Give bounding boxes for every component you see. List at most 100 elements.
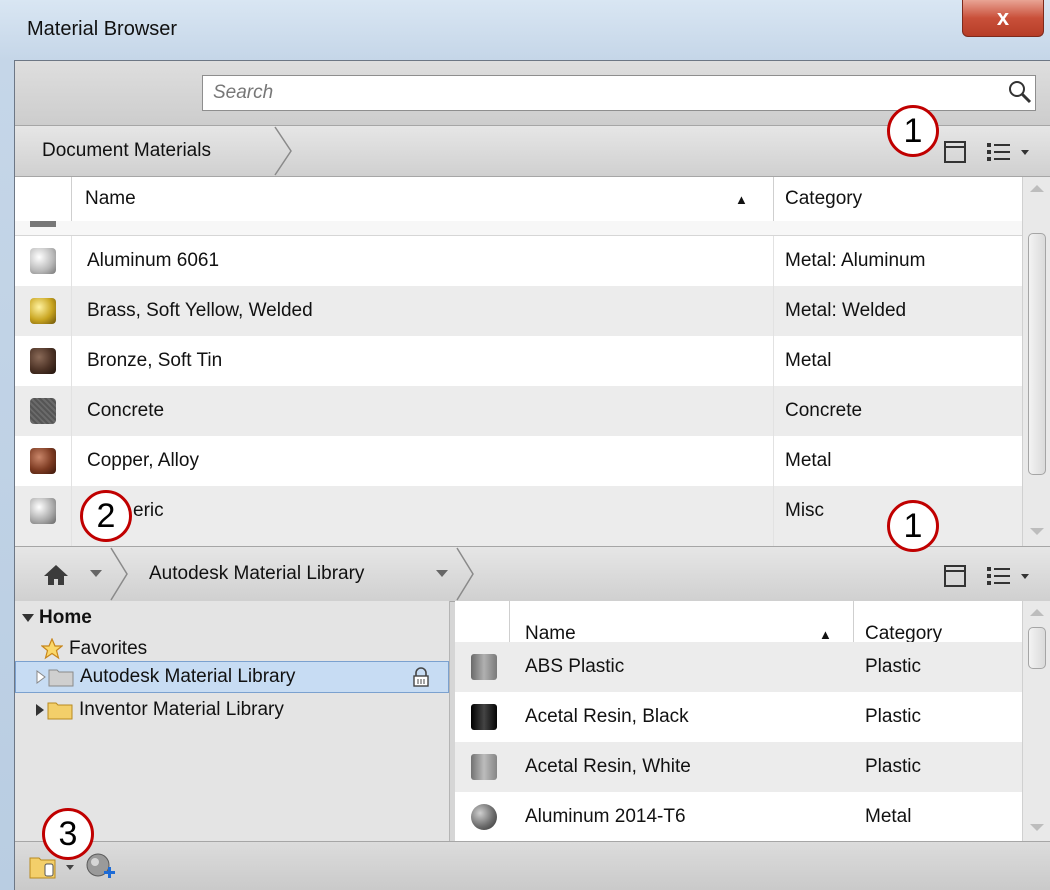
- material-swatch: [30, 498, 56, 524]
- tree-item-home[interactable]: Home: [21, 605, 92, 631]
- scroll-thumb[interactable]: [1028, 627, 1046, 669]
- callout-one-top: 1: [887, 105, 939, 157]
- tree-item-inventor-library[interactable]: Inventor Material Library: [35, 697, 284, 723]
- column-separator: [773, 486, 774, 546]
- material-name: Acetal Resin, White: [525, 756, 691, 777]
- collapsed-triangle-icon[interactable]: [35, 703, 45, 717]
- library-menu-icon[interactable]: [29, 854, 61, 880]
- column-separator: [773, 436, 774, 486]
- breadcrumb-document-materials[interactable]: Document Materials: [42, 126, 211, 176]
- material-swatch: [471, 654, 497, 680]
- table-row[interactable]: Copper, Alloy Metal: [15, 436, 1022, 486]
- tree-item-favorites[interactable]: Favorites: [41, 636, 147, 662]
- material-name: eric: [133, 500, 164, 521]
- callout-one-mid: 1: [887, 500, 939, 552]
- material-name: Concrete: [87, 400, 165, 421]
- scroll-down-icon[interactable]: [1029, 527, 1045, 537]
- material-swatch: [30, 248, 56, 274]
- material-category: Metal: [785, 350, 832, 371]
- window-title: Material Browser: [27, 18, 178, 40]
- column-separator: [71, 386, 72, 436]
- collapsed-triangle-icon[interactable]: [36, 670, 46, 684]
- column-separator: [773, 286, 774, 336]
- material-swatch: [30, 448, 56, 474]
- title-bar[interactable]: Material Browser x: [0, 0, 1050, 60]
- scroll-up-icon[interactable]: [1029, 183, 1045, 193]
- breadcrumb-library[interactable]: Autodesk Material Library: [149, 547, 364, 601]
- close-icon: x: [996, 5, 1010, 30]
- chevron-down-icon[interactable]: [89, 569, 103, 579]
- scroll-down-icon[interactable]: [1029, 823, 1045, 833]
- library-breadcrumb-bar: Autodesk Material Library: [15, 546, 1050, 602]
- table-row[interactable]: eric Misc: [15, 486, 1022, 546]
- column-header-category[interactable]: Category: [785, 177, 862, 221]
- material-category: Plastic: [865, 706, 921, 727]
- breadcrumb-separator-icon: [456, 547, 474, 601]
- table-row[interactable]: Bronze, Soft Tin Metal: [15, 336, 1022, 386]
- material-name: Bronze, Soft Tin: [87, 350, 223, 371]
- tree-item-label: Autodesk Material Library: [80, 666, 296, 687]
- table-row[interactable]: Acetal Resin, White Plastic: [455, 742, 1022, 792]
- chevron-down-icon[interactable]: [435, 569, 449, 579]
- material-name: Aluminum 6061: [87, 250, 220, 271]
- column-header-name[interactable]: Name: [85, 177, 136, 221]
- material-swatch: [471, 704, 497, 730]
- home-icon[interactable]: [43, 563, 69, 587]
- column-separator: [71, 436, 72, 486]
- material-browser-window: Material Browser x Document Materials: [0, 0, 1050, 890]
- table-row[interactable]: Concrete Concrete: [15, 386, 1022, 436]
- material-swatch: [30, 221, 56, 227]
- search-icon[interactable]: [1007, 79, 1033, 105]
- sort-ascending-icon: ▲: [735, 191, 748, 207]
- breadcrumb-separator-icon: [110, 547, 128, 601]
- panel-view-icon[interactable]: [942, 563, 968, 589]
- table-row[interactable]: Aluminum 2014-T6 Metal: [455, 792, 1022, 841]
- close-button[interactable]: x: [962, 0, 1044, 37]
- material-swatch: [471, 754, 497, 780]
- bottom-toolbar: [15, 841, 1050, 890]
- tree-item-label: Inventor Material Library: [79, 699, 284, 720]
- callout-two: 2: [80, 490, 132, 542]
- column-separator: [71, 236, 72, 286]
- material-category: Concrete: [785, 400, 863, 421]
- panel-view-icon[interactable]: [942, 139, 968, 165]
- material-category: Metal: [785, 450, 832, 471]
- material-name: ABS Plastic: [525, 656, 625, 677]
- column-separator: [773, 336, 774, 386]
- material-name: Aluminum 2014-T6: [525, 805, 686, 827]
- folder-icon: [48, 669, 74, 687]
- table-row[interactable]: Acetal Resin, Black Plastic: [455, 692, 1022, 742]
- lock-icon: [413, 667, 429, 687]
- list-view-icon[interactable]: [985, 139, 1035, 165]
- library-scrollbar[interactable]: [1022, 601, 1050, 841]
- tree-item-label: Favorites: [69, 638, 148, 659]
- material-swatch: [30, 348, 56, 374]
- material-category: Metal: Welded: [785, 300, 907, 321]
- table-row[interactable]: Aluminum 6061 Metal: Aluminum: [15, 236, 1022, 286]
- tree-item-label: Home: [39, 607, 92, 628]
- expanded-triangle-icon[interactable]: [21, 611, 35, 625]
- column-separator: [71, 486, 72, 546]
- material-name: Acetal Resin, Black: [525, 706, 689, 727]
- create-material-icon[interactable]: [85, 852, 117, 882]
- star-icon: [41, 638, 63, 660]
- column-separator: [773, 386, 774, 436]
- list-view-icon[interactable]: [985, 563, 1035, 589]
- document-scrollbar[interactable]: [1022, 177, 1050, 546]
- scroll-thumb[interactable]: [1028, 233, 1046, 475]
- scroll-up-icon[interactable]: [1029, 607, 1045, 617]
- callout-three: 3: [42, 808, 94, 860]
- tree-item-autodesk-library[interactable]: Autodesk Material Library: [15, 661, 449, 693]
- list-item-partial: [15, 221, 1022, 235]
- column-separator: [71, 286, 72, 336]
- material-name: Copper, Alloy: [87, 450, 199, 471]
- folder-icon: [47, 702, 73, 720]
- column-separator: [71, 177, 72, 221]
- table-row[interactable]: ABS Plastic Plastic: [455, 642, 1022, 692]
- column-separator: [773, 236, 774, 286]
- chevron-down-icon[interactable]: [65, 864, 75, 872]
- material-swatch: [30, 398, 56, 424]
- table-row[interactable]: Brass, Soft Yellow, Welded Metal: Welded: [15, 286, 1022, 336]
- material-category: Metal: Aluminum: [785, 250, 926, 271]
- document-grid-header: Name ▲ Category: [15, 177, 1022, 222]
